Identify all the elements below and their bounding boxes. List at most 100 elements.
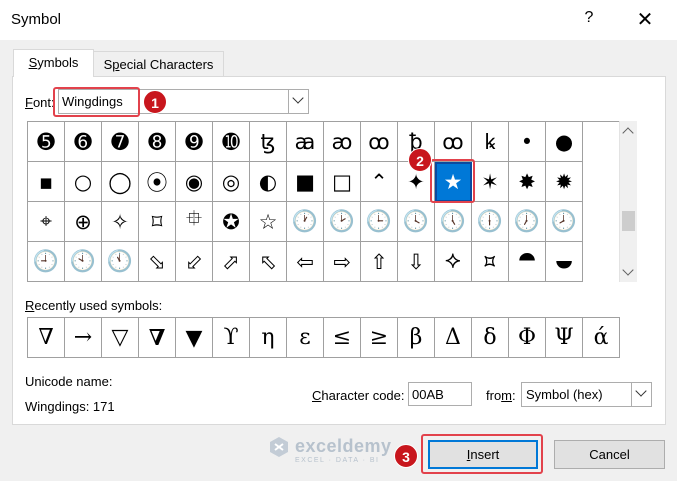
symbol-cell[interactable]: ꜵ: [324, 122, 361, 162]
symbol-cell[interactable]: ■: [287, 162, 324, 202]
symbol-cell[interactable]: ▪: [28, 162, 65, 202]
symbol-cell[interactable]: ⌖: [28, 202, 65, 242]
symbol-cell[interactable]: ⌃: [361, 162, 398, 202]
symbol-cell[interactable]: ✹: [546, 162, 583, 202]
insert-label: nsert: [470, 447, 500, 462]
symbol-cell[interactable]: ⯎: [435, 242, 472, 282]
symbol-cell[interactable]: 🕔: [435, 202, 472, 242]
symbol-cell[interactable]: ⦿: [139, 162, 176, 202]
symbol-cell[interactable]: ◐: [250, 162, 287, 202]
symbol-cell[interactable]: 🕕: [472, 202, 509, 242]
from-dropdown[interactable]: Symbol (hex): [521, 382, 652, 407]
symbol-cell[interactable]: 🕓: [398, 202, 435, 242]
symbol-cell[interactable]: •: [509, 122, 546, 162]
recent-symbol-cell[interactable]: ∇: [28, 318, 65, 358]
scroll-thumb[interactable]: [622, 211, 635, 231]
recent-symbol-cell[interactable]: β: [398, 318, 435, 358]
character-code-key: C: [312, 388, 322, 403]
symbol-cell[interactable]: ꝃ: [472, 122, 509, 162]
symbol-cell[interactable]: ⇦: [287, 242, 324, 282]
symbol-cell[interactable]: ⬀: [213, 242, 250, 282]
character-code-text: haracter code:: [321, 388, 405, 403]
symbol-cell[interactable]: ●: [546, 122, 583, 162]
recent-symbol-cell[interactable]: ∇: [139, 318, 176, 358]
symbol-cell[interactable]: ◯: [102, 162, 139, 202]
symbol-cell[interactable]: ◎: [213, 162, 250, 202]
symbol-cell[interactable]: 🕒: [361, 202, 398, 242]
symbol-cell[interactable]: ⇧: [361, 242, 398, 282]
recent-label-text: ecently used symbols:: [34, 298, 163, 313]
symbol-cell[interactable]: ➐: [102, 122, 139, 162]
symbol-cell[interactable]: □: [324, 162, 361, 202]
recent-symbol-cell[interactable]: Φ: [509, 318, 546, 358]
symbol-cell[interactable]: ✪: [213, 202, 250, 242]
symbol-grid: ➎ ➏ ➐ ➑ ➒ ➓ ꜩ ꜳ ꜵ ꝏ ꝥ ꝏ ꝃ • ● ▪ ○ ◯ ⦿ ◉ ◎ ◐ ■ □ ⌃ ✦ ★ ✶ ✸ ✹ ⌖ ⊕ ✧ ⌑ ⯐ ✪ ☆ 🕐 🕑 🕒…: [27, 121, 620, 282]
scroll-up-icon[interactable]: [622, 127, 634, 139]
recent-symbol-cell[interactable]: Ψ: [546, 318, 583, 358]
symbol-cell[interactable]: ꜳ: [287, 122, 324, 162]
symbol-cell[interactable]: 🕑: [324, 202, 361, 242]
symbol-cell[interactable]: ➓: [213, 122, 250, 162]
symbol-cell[interactable]: 🕖: [509, 202, 546, 242]
symbol-cell[interactable]: ⬂: [139, 242, 176, 282]
symbol-cell[interactable]: ☆: [250, 202, 287, 242]
symbol-cell[interactable]: 🕐: [287, 202, 324, 242]
symbol-cell[interactable]: ➎: [28, 122, 65, 162]
recent-symbol-cell[interactable]: η: [250, 318, 287, 358]
help-button[interactable]: ?: [579, 9, 599, 29]
from-dropdown-button[interactable]: [631, 383, 651, 406]
symbol-cell[interactable]: ⬃: [176, 242, 213, 282]
recent-symbol-cell[interactable]: δ: [472, 318, 509, 358]
symbol-cell[interactable]: ★: [435, 162, 472, 202]
font-dropdown[interactable]: Wingdings: [58, 89, 309, 114]
title-bar: Symbol ? ✕: [0, 0, 677, 40]
recent-symbol-cell[interactable]: ε: [287, 318, 324, 358]
recent-symbol-cell[interactable]: ά: [583, 318, 620, 358]
symbol-cell[interactable]: ⇨: [324, 242, 361, 282]
symbol-cell[interactable]: 🕗: [546, 202, 583, 242]
tab-special-characters[interactable]: Special Characters: [93, 51, 224, 78]
character-code-input[interactable]: 00AB: [408, 382, 472, 406]
recent-symbol-cell[interactable]: ≥: [361, 318, 398, 358]
symbol-cell[interactable]: 🕚: [102, 242, 139, 282]
symbol-cell[interactable]: ꝏ: [435, 122, 472, 162]
symbol-cell[interactable]: ꝏ: [361, 122, 398, 162]
cancel-button[interactable]: Cancel: [554, 440, 665, 469]
insert-button[interactable]: Insert: [428, 440, 538, 469]
symbol-cell[interactable]: ➏: [65, 122, 102, 162]
symbol-cell[interactable]: ⯊: [509, 242, 546, 282]
symbol-grid-scrollbar[interactable]: [619, 121, 637, 282]
symbol-cell[interactable]: ◉: [176, 162, 213, 202]
recent-symbol-cell[interactable]: ▼: [176, 318, 213, 358]
symbol-cell[interactable]: ✧: [102, 202, 139, 242]
watermark-tagline: EXCEL · DATA · BI: [295, 457, 380, 464]
symbol-cell[interactable]: ○: [65, 162, 102, 202]
font-dropdown-button[interactable]: [288, 90, 308, 113]
symbol-cell[interactable]: ꜩ: [250, 122, 287, 162]
symbol-cell[interactable]: ⊕: [65, 202, 102, 242]
symbol-cell[interactable]: 🕘: [28, 242, 65, 282]
symbol-cell[interactable]: ⌑: [139, 202, 176, 242]
recent-symbol-cell[interactable]: →: [65, 318, 102, 358]
recent-symbol-cell[interactable]: ▽: [102, 318, 139, 358]
symbol-cell[interactable]: ⬁: [250, 242, 287, 282]
recent-symbol-cell[interactable]: Δ: [435, 318, 472, 358]
symbol-cell[interactable]: ⯋: [546, 242, 583, 282]
recent-symbol-cell[interactable]: ϒ: [213, 318, 250, 358]
from-value: Symbol (hex): [526, 387, 603, 402]
scroll-down-icon[interactable]: [622, 264, 634, 276]
symbol-cell[interactable]: ✸: [509, 162, 546, 202]
recent-symbol-cell[interactable]: ≤: [324, 318, 361, 358]
tab-symbols[interactable]: Symbols: [13, 49, 94, 77]
symbol-cell[interactable]: ⯐: [176, 202, 213, 242]
symbol-cell[interactable]: 🕙: [65, 242, 102, 282]
symbol-cell[interactable]: ✶: [472, 162, 509, 202]
font-label-text: ont:: [32, 95, 55, 110]
watermark-name: exceldemy: [295, 436, 392, 456]
close-button[interactable]: ✕: [632, 7, 658, 31]
symbol-cell[interactable]: ⇩: [398, 242, 435, 282]
step-badge-3: 3: [394, 444, 418, 468]
symbol-cell[interactable]: ⯏: [472, 242, 509, 282]
symbol-cell[interactable]: ➑: [139, 122, 176, 162]
symbol-cell[interactable]: ➒: [176, 122, 213, 162]
